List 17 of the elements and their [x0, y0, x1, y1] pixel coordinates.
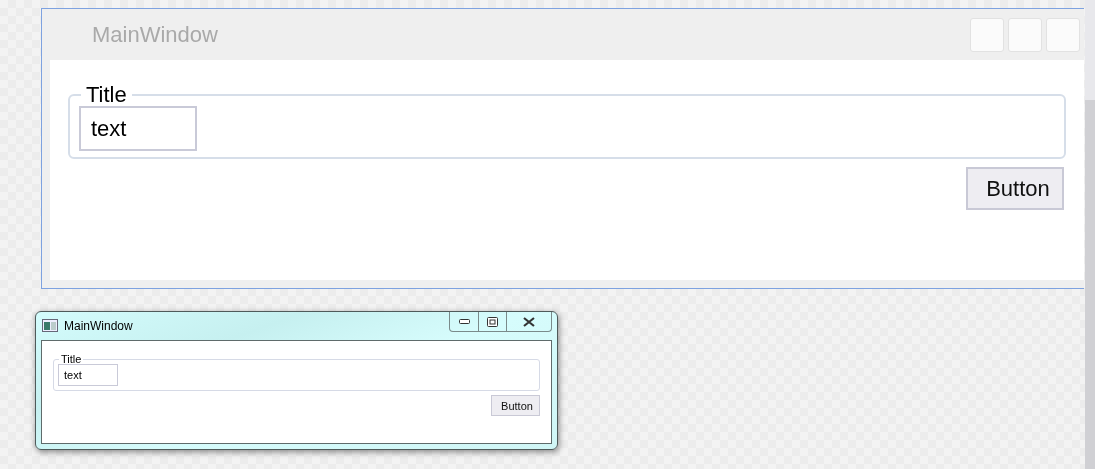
caption-button[interactable] [1046, 17, 1080, 52]
close-icon [523, 316, 535, 327]
group-title: Title [60, 353, 83, 365]
group-title: Title [85, 84, 128, 106]
maximize-icon [487, 316, 498, 327]
scrollbar-thumb[interactable] [1085, 100, 1095, 469]
caption-button[interactable] [1008, 17, 1042, 52]
window-title: MainWindow [64, 319, 134, 333]
minimize-icon [458, 319, 470, 324]
caption-button[interactable] [970, 17, 1004, 52]
window-icon [42, 319, 58, 332]
button[interactable]: Button [966, 167, 1064, 210]
text-field[interactable]: text [79, 106, 197, 151]
button[interactable]: Button [491, 395, 540, 416]
text-field[interactable]: text [58, 364, 118, 386]
scrollbar[interactable] [1085, 0, 1095, 469]
window-title: MainWindow [92, 21, 219, 48]
